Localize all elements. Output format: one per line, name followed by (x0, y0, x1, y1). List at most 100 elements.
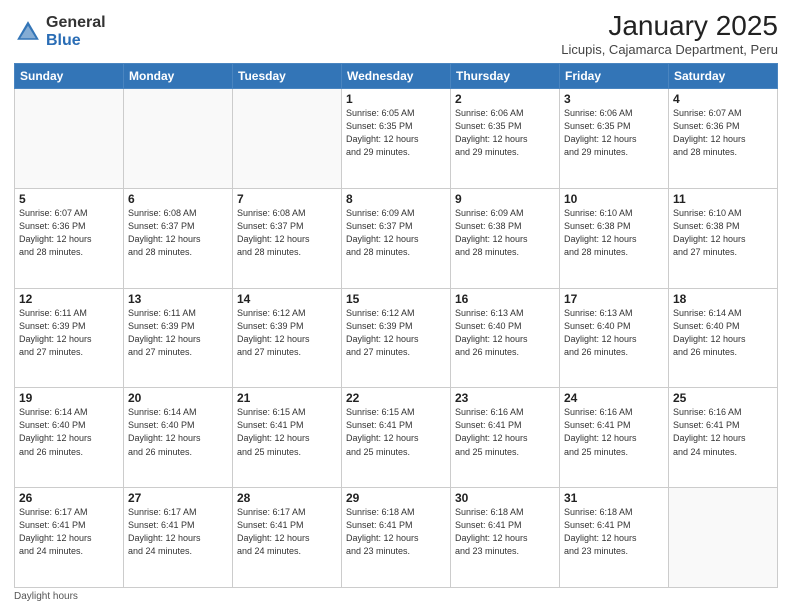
day-info: Sunrise: 6:18 AM Sunset: 6:41 PM Dayligh… (346, 506, 446, 558)
day-number: 14 (237, 292, 337, 306)
table-row: 7Sunrise: 6:08 AM Sunset: 6:37 PM Daylig… (233, 188, 342, 288)
day-number: 31 (564, 491, 664, 505)
table-row (669, 488, 778, 588)
subtitle: Licupis, Cajamarca Department, Peru (561, 42, 778, 57)
day-number: 9 (455, 192, 555, 206)
day-number: 21 (237, 391, 337, 405)
header: General Blue January 2025 Licupis, Cajam… (14, 10, 778, 57)
page: General Blue January 2025 Licupis, Cajam… (0, 0, 792, 612)
table-row: 27Sunrise: 6:17 AM Sunset: 6:41 PM Dayli… (124, 488, 233, 588)
day-info: Sunrise: 6:17 AM Sunset: 6:41 PM Dayligh… (128, 506, 228, 558)
table-row: 25Sunrise: 6:16 AM Sunset: 6:41 PM Dayli… (669, 388, 778, 488)
calendar-table: Sunday Monday Tuesday Wednesday Thursday… (14, 63, 778, 588)
table-row: 14Sunrise: 6:12 AM Sunset: 6:39 PM Dayli… (233, 288, 342, 388)
table-row: 21Sunrise: 6:15 AM Sunset: 6:41 PM Dayli… (233, 388, 342, 488)
table-row: 28Sunrise: 6:17 AM Sunset: 6:41 PM Dayli… (233, 488, 342, 588)
day-info: Sunrise: 6:12 AM Sunset: 6:39 PM Dayligh… (237, 307, 337, 359)
day-info: Sunrise: 6:17 AM Sunset: 6:41 PM Dayligh… (19, 506, 119, 558)
table-row: 17Sunrise: 6:13 AM Sunset: 6:40 PM Dayli… (560, 288, 669, 388)
table-row: 10Sunrise: 6:10 AM Sunset: 6:38 PM Dayli… (560, 188, 669, 288)
day-info: Sunrise: 6:16 AM Sunset: 6:41 PM Dayligh… (564, 406, 664, 458)
day-info: Sunrise: 6:06 AM Sunset: 6:35 PM Dayligh… (564, 107, 664, 159)
day-info: Sunrise: 6:09 AM Sunset: 6:37 PM Dayligh… (346, 207, 446, 259)
table-row: 23Sunrise: 6:16 AM Sunset: 6:41 PM Dayli… (451, 388, 560, 488)
day-info: Sunrise: 6:14 AM Sunset: 6:40 PM Dayligh… (19, 406, 119, 458)
day-number: 29 (346, 491, 446, 505)
day-number: 12 (19, 292, 119, 306)
day-info: Sunrise: 6:16 AM Sunset: 6:41 PM Dayligh… (455, 406, 555, 458)
day-number: 18 (673, 292, 773, 306)
day-info: Sunrise: 6:06 AM Sunset: 6:35 PM Dayligh… (455, 107, 555, 159)
day-info: Sunrise: 6:11 AM Sunset: 6:39 PM Dayligh… (128, 307, 228, 359)
table-row: 16Sunrise: 6:13 AM Sunset: 6:40 PM Dayli… (451, 288, 560, 388)
day-info: Sunrise: 6:18 AM Sunset: 6:41 PM Dayligh… (564, 506, 664, 558)
day-info: Sunrise: 6:09 AM Sunset: 6:38 PM Dayligh… (455, 207, 555, 259)
day-number: 13 (128, 292, 228, 306)
day-info: Sunrise: 6:08 AM Sunset: 6:37 PM Dayligh… (237, 207, 337, 259)
col-friday: Friday (560, 64, 669, 89)
day-number: 24 (564, 391, 664, 405)
table-row: 30Sunrise: 6:18 AM Sunset: 6:41 PM Dayli… (451, 488, 560, 588)
day-info: Sunrise: 6:10 AM Sunset: 6:38 PM Dayligh… (564, 207, 664, 259)
day-number: 2 (455, 92, 555, 106)
table-row: 15Sunrise: 6:12 AM Sunset: 6:39 PM Dayli… (342, 288, 451, 388)
day-info: Sunrise: 6:10 AM Sunset: 6:38 PM Dayligh… (673, 207, 773, 259)
table-row: 13Sunrise: 6:11 AM Sunset: 6:39 PM Dayli… (124, 288, 233, 388)
calendar-week-2: 5Sunrise: 6:07 AM Sunset: 6:36 PM Daylig… (15, 188, 778, 288)
table-row (124, 89, 233, 189)
footer-note: Daylight hours (14, 591, 778, 602)
col-wednesday: Wednesday (342, 64, 451, 89)
day-info: Sunrise: 6:08 AM Sunset: 6:37 PM Dayligh… (128, 207, 228, 259)
table-row: 11Sunrise: 6:10 AM Sunset: 6:38 PM Dayli… (669, 188, 778, 288)
day-number: 7 (237, 192, 337, 206)
calendar-header-row: Sunday Monday Tuesday Wednesday Thursday… (15, 64, 778, 89)
col-tuesday: Tuesday (233, 64, 342, 89)
day-info: Sunrise: 6:07 AM Sunset: 6:36 PM Dayligh… (19, 207, 119, 259)
logo-icon (14, 18, 42, 46)
day-number: 3 (564, 92, 664, 106)
day-info: Sunrise: 6:13 AM Sunset: 6:40 PM Dayligh… (455, 307, 555, 359)
table-row: 4Sunrise: 6:07 AM Sunset: 6:36 PM Daylig… (669, 89, 778, 189)
day-number: 27 (128, 491, 228, 505)
day-number: 23 (455, 391, 555, 405)
day-number: 11 (673, 192, 773, 206)
day-info: Sunrise: 6:13 AM Sunset: 6:40 PM Dayligh… (564, 307, 664, 359)
col-thursday: Thursday (451, 64, 560, 89)
day-info: Sunrise: 6:16 AM Sunset: 6:41 PM Dayligh… (673, 406, 773, 458)
table-row: 12Sunrise: 6:11 AM Sunset: 6:39 PM Dayli… (15, 288, 124, 388)
day-info: Sunrise: 6:12 AM Sunset: 6:39 PM Dayligh… (346, 307, 446, 359)
table-row: 24Sunrise: 6:16 AM Sunset: 6:41 PM Dayli… (560, 388, 669, 488)
table-row: 18Sunrise: 6:14 AM Sunset: 6:40 PM Dayli… (669, 288, 778, 388)
day-info: Sunrise: 6:15 AM Sunset: 6:41 PM Dayligh… (346, 406, 446, 458)
day-number: 26 (19, 491, 119, 505)
table-row: 5Sunrise: 6:07 AM Sunset: 6:36 PM Daylig… (15, 188, 124, 288)
day-info: Sunrise: 6:15 AM Sunset: 6:41 PM Dayligh… (237, 406, 337, 458)
day-number: 8 (346, 192, 446, 206)
day-number: 10 (564, 192, 664, 206)
table-row (15, 89, 124, 189)
day-info: Sunrise: 6:11 AM Sunset: 6:39 PM Dayligh… (19, 307, 119, 359)
day-number: 4 (673, 92, 773, 106)
day-info: Sunrise: 6:07 AM Sunset: 6:36 PM Dayligh… (673, 107, 773, 159)
day-number: 15 (346, 292, 446, 306)
table-row: 22Sunrise: 6:15 AM Sunset: 6:41 PM Dayli… (342, 388, 451, 488)
day-number: 25 (673, 391, 773, 405)
table-row: 29Sunrise: 6:18 AM Sunset: 6:41 PM Dayli… (342, 488, 451, 588)
table-row: 20Sunrise: 6:14 AM Sunset: 6:40 PM Dayli… (124, 388, 233, 488)
table-row (233, 89, 342, 189)
table-row: 19Sunrise: 6:14 AM Sunset: 6:40 PM Dayli… (15, 388, 124, 488)
col-saturday: Saturday (669, 64, 778, 89)
day-info: Sunrise: 6:18 AM Sunset: 6:41 PM Dayligh… (455, 506, 555, 558)
day-number: 5 (19, 192, 119, 206)
table-row: 3Sunrise: 6:06 AM Sunset: 6:35 PM Daylig… (560, 89, 669, 189)
calendar-week-3: 12Sunrise: 6:11 AM Sunset: 6:39 PM Dayli… (15, 288, 778, 388)
table-row: 6Sunrise: 6:08 AM Sunset: 6:37 PM Daylig… (124, 188, 233, 288)
calendar-week-5: 26Sunrise: 6:17 AM Sunset: 6:41 PM Dayli… (15, 488, 778, 588)
col-monday: Monday (124, 64, 233, 89)
logo: General Blue (14, 14, 106, 49)
title-block: January 2025 Licupis, Cajamarca Departme… (561, 10, 778, 57)
logo-blue-text: Blue (46, 32, 106, 50)
calendar-week-4: 19Sunrise: 6:14 AM Sunset: 6:40 PM Dayli… (15, 388, 778, 488)
table-row: 9Sunrise: 6:09 AM Sunset: 6:38 PM Daylig… (451, 188, 560, 288)
table-row: 26Sunrise: 6:17 AM Sunset: 6:41 PM Dayli… (15, 488, 124, 588)
